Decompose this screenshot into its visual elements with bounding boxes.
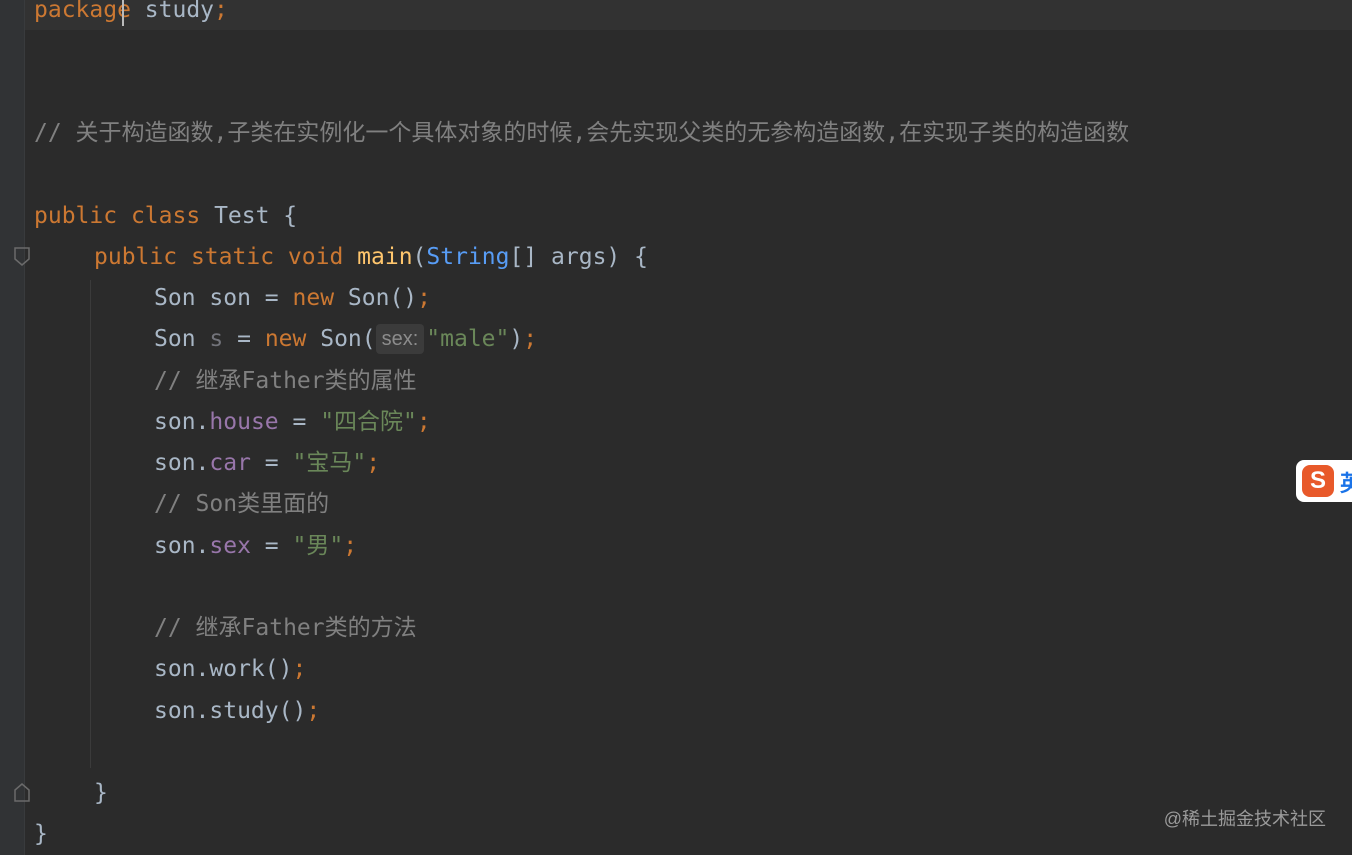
type-son: Son xyxy=(154,326,196,352)
keyword-static: static xyxy=(190,244,275,270)
code-line-package[interactable]: package study; xyxy=(34,0,228,27)
call-study: son.study() xyxy=(154,698,307,724)
code-line-new-son-sex[interactable]: Son s = new Son(sex: "male"); xyxy=(154,322,537,356)
editor-gutter xyxy=(0,0,30,855)
code-line-work[interactable]: son.work(); xyxy=(154,652,306,686)
fold-open-icon[interactable] xyxy=(14,247,30,267)
ime-indicator[interactable]: S 英 xyxy=(1296,460,1352,502)
watermark: @稀土掘金技术社区 xyxy=(1163,809,1326,829)
code-line-comment-son[interactable]: // Son类里面的 xyxy=(154,487,329,521)
field-car: car xyxy=(209,450,251,476)
sogou-logo-icon: S xyxy=(1302,465,1334,497)
field-house: house xyxy=(209,409,279,435)
constructor-call: Son() xyxy=(347,285,418,311)
keyword-public: public xyxy=(34,203,118,229)
param-rest: [] args) { xyxy=(509,244,648,270)
string-house: "四合院" xyxy=(320,409,417,435)
code-line-study[interactable]: son.study(); xyxy=(154,694,320,728)
var-s: s xyxy=(209,326,224,352)
class-name: Test xyxy=(214,203,270,229)
code-line-close-class[interactable]: } xyxy=(34,817,48,851)
ime-mode-label: 英 xyxy=(1340,471,1352,496)
keyword-void: void xyxy=(287,244,344,270)
call-work: son.work() xyxy=(154,656,293,682)
code-line-house[interactable]: son.house = "四合院"; xyxy=(154,405,431,439)
keyword-class: class xyxy=(130,203,201,229)
type-son: Son xyxy=(154,285,196,311)
keyword-package: package xyxy=(34,0,131,23)
fold-close-icon[interactable] xyxy=(14,782,30,802)
var-son: son xyxy=(209,285,251,311)
var-son: son xyxy=(154,409,196,435)
method-name: main xyxy=(357,244,413,270)
string-sex: "男" xyxy=(292,533,344,559)
code-editor[interactable]: package study; // 关于构造函数,子类在实例化一个具体对象的时候… xyxy=(0,0,1352,855)
code-line-sex[interactable]: son.sex = "男"; xyxy=(154,529,357,563)
parameter-hint: sex: xyxy=(375,324,425,354)
string-car: "宝马" xyxy=(292,450,367,476)
package-name: study xyxy=(144,0,215,23)
constructor-open: Son( xyxy=(320,326,376,352)
var-son: son xyxy=(154,533,196,559)
field-sex: sex xyxy=(209,533,251,559)
code-line-header-comment[interactable]: // 关于构造函数,子类在实例化一个具体对象的时候,会先实现父类的无参构造函数,… xyxy=(34,116,1129,150)
keyword-new: new xyxy=(264,326,307,352)
code-line-main-decl[interactable]: public static void main(String[] args) { xyxy=(94,240,648,274)
code-line-close-method[interactable]: } xyxy=(94,776,108,810)
code-line-car[interactable]: son.car = "宝马"; xyxy=(154,446,380,480)
var-son: son xyxy=(154,450,196,476)
code-line-class-decl[interactable]: public class Test { xyxy=(34,199,297,233)
string-male: "male" xyxy=(426,326,510,352)
param-type: String xyxy=(426,244,510,270)
indent-guide xyxy=(90,280,91,768)
code-line-comment-attr[interactable]: // 继承Father类的属性 xyxy=(154,364,417,398)
code-line-comment-method[interactable]: // 继承Father类的方法 xyxy=(154,611,417,645)
keyword-new: new xyxy=(292,285,335,311)
code-line-new-son[interactable]: Son son = new Son(); xyxy=(154,281,431,315)
keyword-public: public xyxy=(94,244,178,270)
